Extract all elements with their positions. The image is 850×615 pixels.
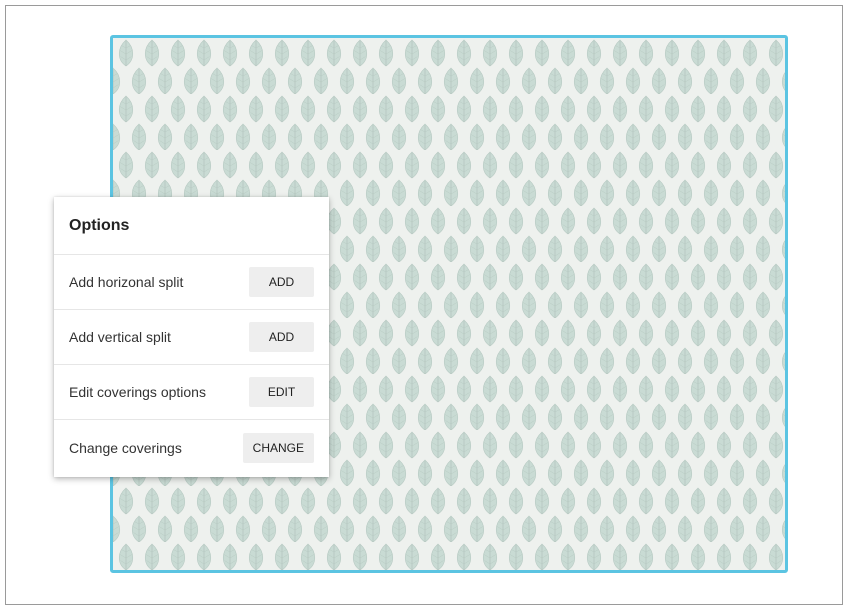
edit-coverings-button[interactable]: EDIT: [249, 377, 314, 407]
option-row-vertical-split: Add vertical split ADD: [54, 310, 329, 365]
option-row-edit-coverings: Edit coverings options EDIT: [54, 365, 329, 420]
options-title: Options: [54, 197, 329, 255]
option-row-change-coverings: Change coverings CHANGE: [54, 420, 329, 475]
option-label: Add vertical split: [69, 329, 171, 345]
option-label: Change coverings: [69, 439, 182, 456]
option-label: Add horizonal split: [69, 274, 184, 290]
options-panel: Options Add horizonal split ADD Add vert…: [54, 197, 329, 477]
option-row-horizontal-split: Add horizonal split ADD: [54, 255, 329, 310]
option-label: Edit coverings options: [69, 384, 206, 400]
change-coverings-button[interactable]: CHANGE: [242, 432, 314, 463]
add-horizontal-split-button[interactable]: ADD: [249, 267, 314, 297]
add-vertical-split-button[interactable]: ADD: [249, 322, 314, 352]
